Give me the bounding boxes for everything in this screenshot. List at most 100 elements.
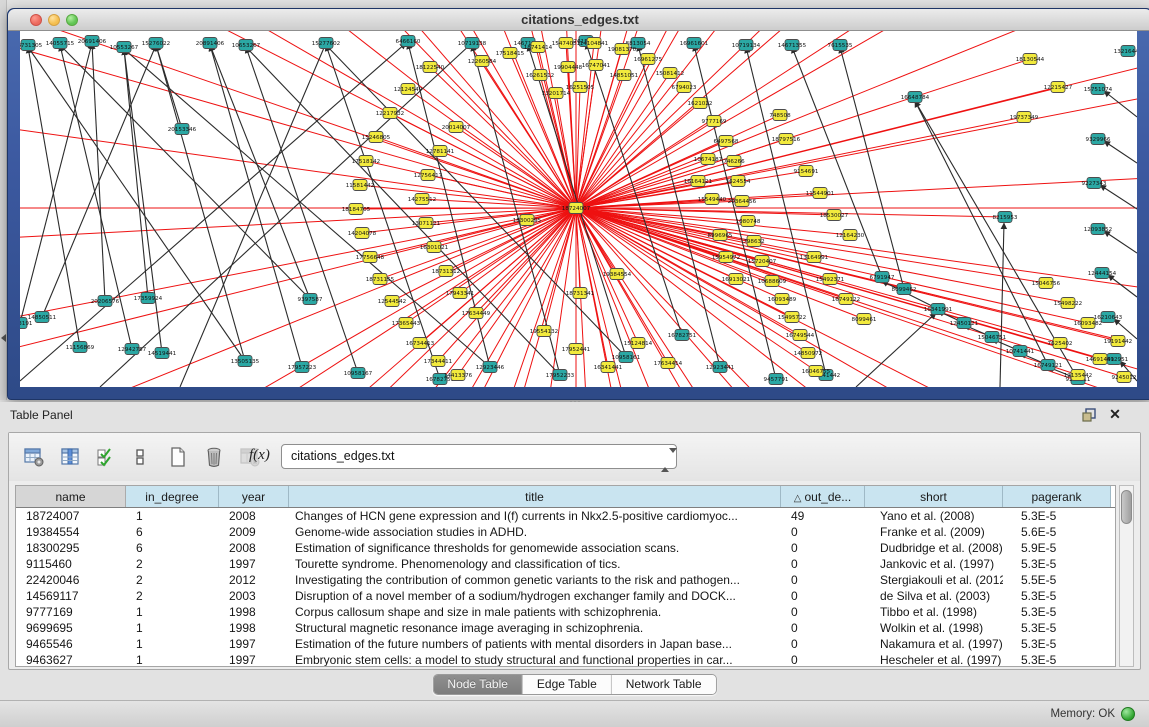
graph-node[interactable]: 15046756 (1032, 278, 1061, 289)
graph-node[interactable]: 13216441 (1114, 46, 1137, 57)
graph-node[interactable]: 18130544 (1016, 54, 1045, 65)
graph-node[interactable]: 9245012 (1112, 372, 1137, 383)
citation-edge-black[interactable] (60, 45, 310, 299)
graph-node[interactable]: 10719134 (732, 40, 761, 51)
graph-node[interactable]: 18530027 (820, 210, 849, 221)
network-window-titlebar[interactable]: citations_edges.txt (8, 9, 1149, 31)
graph-node[interactable]: 16341991 (924, 304, 953, 315)
citation-edge-red[interactable] (380, 208, 576, 279)
graph-node[interactable]: 14850511 (28, 312, 57, 323)
citation-edge-black[interactable] (124, 49, 148, 298)
graph-node[interactable]: 15549440 (698, 194, 727, 205)
graph-node[interactable]: 9329966 (1086, 134, 1111, 145)
citation-edge-red[interactable] (20, 31, 576, 208)
graph-node[interactable]: 20014007 (442, 122, 471, 133)
graph-node[interactable]: 20891406 (196, 38, 225, 49)
graph-node[interactable]: 746266 (723, 156, 745, 167)
graph-node[interactable]: 14204078 (348, 228, 377, 239)
unselect-rows-button[interactable] (127, 443, 153, 471)
graph-node[interactable]: 15498222 (1054, 298, 1082, 309)
graph-node[interactable]: 19554132 (530, 326, 558, 337)
table-vertical-scrollbar[interactable] (1119, 485, 1134, 667)
column-header-year[interactable]: year (219, 486, 289, 507)
graph-node[interactable]: 12923446 (476, 362, 505, 373)
graph-node[interactable]: 12444154 (1088, 268, 1117, 279)
citation-edge-black[interactable] (124, 49, 162, 353)
graph-node[interactable]: 16301021 (420, 242, 449, 253)
show-column-button[interactable] (57, 443, 83, 471)
citation-edge-red[interactable] (20, 31, 576, 208)
graph-node[interactable]: 20153346 (168, 124, 197, 135)
graph-node[interactable]: 12942757 (118, 344, 147, 355)
graph-node[interactable]: 15124814 (624, 338, 653, 349)
graph-node[interactable]: 7615535 (828, 40, 853, 51)
graph-node[interactable]: 9227343 (1082, 178, 1107, 189)
graph-node[interactable]: 17952441 (562, 344, 591, 355)
column-header-pagerank[interactable]: pagerank (1003, 486, 1111, 507)
graph-node[interactable]: 14851051 (610, 70, 639, 81)
citation-edge-black[interactable] (28, 47, 245, 361)
graph-node[interactable]: 6466160 (396, 36, 421, 47)
graph-node[interactable]: 17518142 (352, 156, 380, 167)
select-all-rows-button[interactable] (93, 443, 119, 471)
citation-edge-red[interactable] (20, 31, 576, 208)
graph-node[interactable]: 15246805 (362, 132, 391, 143)
function-builder-icon[interactable]: f(x) (249, 447, 270, 464)
graph-node[interactable]: 1621022 (688, 98, 713, 109)
graph-node[interactable]: 14055715 (46, 38, 75, 49)
graph-node[interactable]: 9457791 (764, 374, 789, 385)
graph-node[interactable]: 10553267 (110, 42, 139, 53)
citation-edge-black[interactable] (1100, 185, 1137, 209)
graph-node[interactable]: 9154691 (794, 166, 819, 177)
graph-node[interactable]: 11544901 (806, 188, 835, 199)
graph-node[interactable]: 16961275 (634, 54, 663, 65)
citation-edge-red[interactable] (576, 59, 1030, 208)
graph-node[interactable]: 19904448 (554, 62, 583, 73)
graph-node[interactable]: 18731305 (20, 40, 43, 51)
graph-node[interactable]: 15492371 (816, 274, 845, 285)
graph-node[interactable]: 17634449 (462, 308, 491, 319)
citation-edge-black[interactable] (210, 45, 310, 299)
citation-edge-red[interactable] (20, 31, 576, 208)
graph-node[interactable]: 18731312 (432, 266, 460, 277)
graph-node[interactable]: 17359924 (134, 293, 163, 304)
citation-edge-red[interactable] (20, 31, 576, 208)
citation-edge-red[interactable] (20, 31, 576, 208)
graph-node[interactable]: 16341441 (594, 362, 623, 373)
close-panel-icon[interactable]: ✕ (1107, 406, 1123, 422)
graph-node[interactable]: 748508 (769, 110, 791, 121)
collapse-panel-arrow-icon[interactable] (1, 334, 6, 342)
citation-edge-black[interactable] (20, 43, 92, 323)
graph-node[interactable]: 14850972 (794, 348, 822, 359)
graph-node[interactable]: 6794023 (672, 82, 697, 93)
table-source-dropdown[interactable]: citations_edges.txt (281, 444, 677, 469)
table-row[interactable]: 1872400712008Changes of HCN gene express… (16, 508, 1115, 524)
graph-node[interactable]: 10674187 (694, 154, 723, 165)
scrollbar-thumb[interactable] (1121, 490, 1132, 524)
delete-entries-trash-button[interactable] (201, 443, 227, 471)
graph-node[interactable]: 15277602 (312, 38, 340, 49)
citation-edge-red[interactable] (576, 115, 780, 208)
citation-edge-black[interactable] (28, 47, 80, 347)
graph-node[interactable]: 14671355 (778, 40, 807, 51)
citation-edge-black[interactable] (1104, 231, 1137, 253)
graph-node[interactable]: 12164230 (836, 230, 865, 241)
graph-node[interactable]: 15276022 (142, 38, 170, 49)
graph-node[interactable]: 18797516 (772, 134, 801, 145)
graph-node[interactable]: 10653267 (232, 40, 261, 51)
table-row[interactable]: 2242004622012Investigating the contribut… (16, 572, 1115, 588)
citation-edge-red[interactable] (576, 208, 1046, 283)
table-row[interactable]: 1830029562008Estimation of significance … (16, 540, 1115, 556)
graph-node[interactable]: 12781141 (426, 146, 455, 157)
citation-edge-red[interactable] (20, 31, 576, 208)
graph-node[interactable]: 6497568 (714, 136, 739, 147)
citation-edge-black[interactable] (746, 47, 826, 375)
tab-network-table[interactable]: Network Table (612, 675, 716, 694)
column-header-in-degree[interactable]: in_degree (126, 486, 219, 507)
graph-node[interactable]: 15081412 (656, 68, 684, 79)
graph-node[interactable]: 17952233 (546, 370, 575, 381)
citation-edge-red[interactable] (20, 31, 576, 208)
graph-node[interactable]: 18731341 (566, 288, 595, 299)
graph-node[interactable]: 16251505 (566, 82, 595, 93)
graph-node[interactable]: 9777169 (702, 116, 727, 127)
